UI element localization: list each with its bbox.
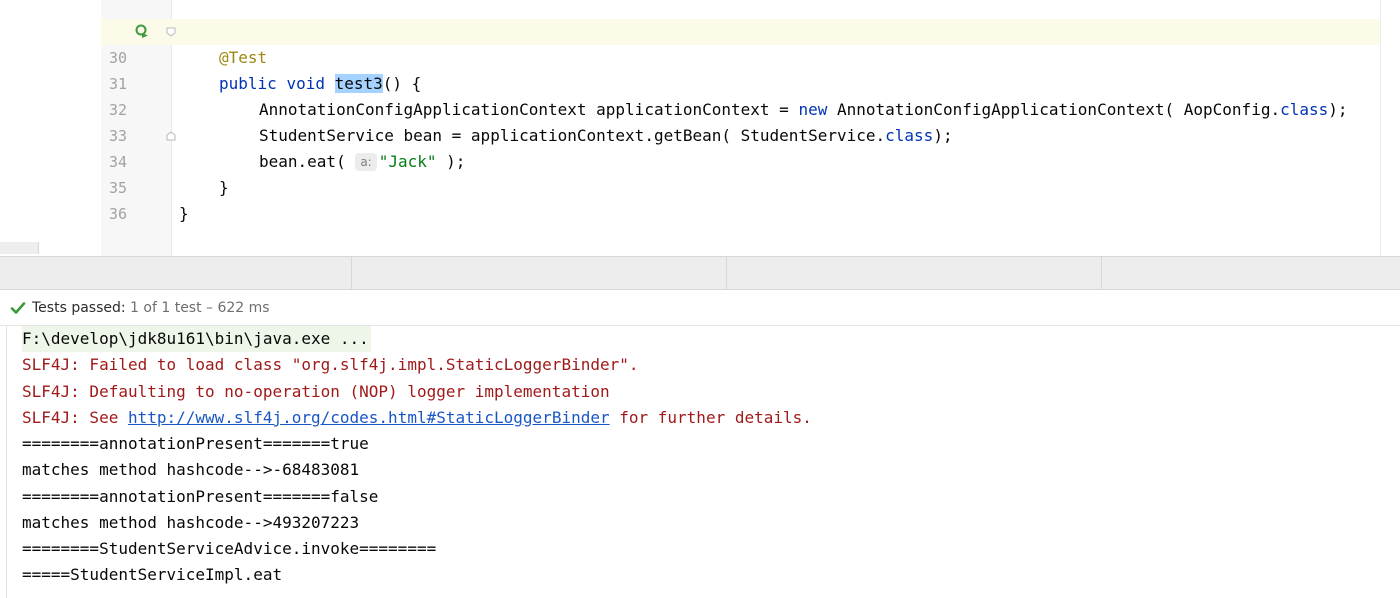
console-error-line: SLF4J: Failed to load class "org.slf4j.i…	[22, 355, 639, 374]
console-link[interactable]: http://www.slf4j.org/codes.html#StaticLo…	[128, 408, 610, 427]
tab-cell[interactable]	[727, 257, 1102, 289]
code-text: }	[179, 204, 189, 223]
console-output-line: =====StudentServiceImpl.eat	[22, 565, 283, 584]
test-status-text: Tests passed: 1 of 1 test – 622 ms	[32, 298, 270, 318]
console-output-line: ========StudentServiceAdvice.invoke=====…	[22, 539, 437, 558]
status-label: Tests passed:	[32, 300, 126, 316]
console-output-line: matches method hashcode-->493207223	[22, 513, 360, 532]
tab-cell[interactable]	[352, 257, 727, 289]
console-command-line[interactable]: F:\develop\jdk8u161\bin\java.exe ...	[22, 326, 371, 352]
test-status-bar: Tests passed: 1 of 1 test – 622 ms	[0, 290, 1400, 326]
tab-cell[interactable]	[1102, 257, 1400, 289]
fold-marker-icon[interactable]	[166, 27, 176, 37]
code-line[interactable]: 32 StudentService bean = applicationCont…	[101, 71, 1380, 145]
editor-right-scrollbar[interactable]	[1380, 0, 1400, 256]
code-line[interactable]: 29 @Test	[101, 0, 1380, 67]
status-detail: 1 of 1 test – 622 ms	[125, 300, 270, 316]
code-line[interactable]: 33 bean.eat( a: "Jack" );	[101, 97, 1380, 171]
code-line[interactable]: 31 AnnotationConfigApplicationContext ap…	[101, 45, 1380, 119]
check-icon	[10, 302, 26, 314]
run-test-icon[interactable]	[135, 24, 149, 38]
console-text: for further details.	[609, 408, 812, 427]
code-line[interactable]: 34 }	[101, 123, 1380, 197]
editor-left-panel	[0, 0, 102, 256]
code-line[interactable]: 35 }	[101, 149, 1380, 223]
scroll-marker	[0, 242, 39, 254]
console-output-line: matches method hashcode-->-68483081	[22, 460, 360, 479]
console-error-line: SLF4J: See http://www.slf4j.org/codes.ht…	[22, 405, 812, 431]
console-error-line: SLF4J: Defaulting to no-operation (NOP) …	[22, 382, 610, 401]
console-output-line: ========annotationPresent=======false	[22, 487, 379, 506]
console-text: SLF4J: See	[22, 408, 128, 427]
console-left-edge	[0, 326, 7, 598]
code-line[interactable]: 36	[101, 175, 1380, 223]
tool-window-tab-bar	[0, 256, 1400, 290]
line-number: 36	[108, 205, 127, 223]
console-output[interactable]: F:\develop\jdk8u161\bin\java.exe ... SLF…	[0, 326, 1400, 598]
fold-marker-icon[interactable]	[166, 131, 176, 141]
code-editor[interactable]: 29 @Test 30 public void test3() { 31 Ann…	[0, 0, 1400, 256]
tab-cell[interactable]	[0, 257, 352, 289]
console-output-line: ========annotationPresent=======true	[22, 434, 369, 453]
code-line-current[interactable]: 30 public void test3() {	[101, 19, 1380, 93]
